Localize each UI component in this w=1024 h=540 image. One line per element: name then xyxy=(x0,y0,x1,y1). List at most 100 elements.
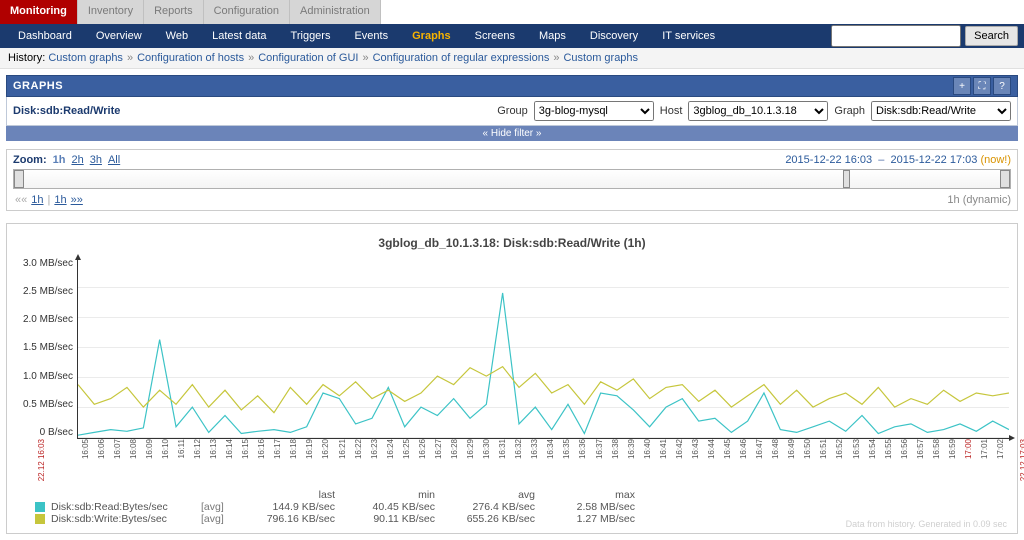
legend-name: Disk:sdb:Write:Bytes/sec xyxy=(51,513,201,525)
x-tick: 16:22 xyxy=(350,439,366,473)
submenu-bar: DashboardOverviewWebLatest dataTriggersE… xyxy=(0,24,1024,48)
x-tick: 16:10 xyxy=(157,439,173,473)
zoom-all[interactable]: All xyxy=(108,154,120,166)
tab-configuration[interactable]: Configuration xyxy=(204,0,290,24)
search-container: Search xyxy=(831,25,1018,47)
zoom-3h[interactable]: 3h xyxy=(90,154,102,166)
legend-swatch xyxy=(35,502,45,512)
x-tick: 16:50 xyxy=(800,439,816,473)
x-tick: 16:44 xyxy=(703,439,719,473)
x-tick: 16:34 xyxy=(543,439,559,473)
range-pager: ««1h|1h»» xyxy=(13,194,85,206)
hide-filter-toggle[interactable]: « Hide filter » xyxy=(6,126,1018,141)
y-tick: 3.0 MB/sec xyxy=(23,258,73,269)
host-select[interactable]: 3gblog_db_10.1.3.18 xyxy=(688,101,828,121)
x-tick: 16:27 xyxy=(430,439,446,473)
zoom-1h[interactable]: 1h xyxy=(53,154,66,166)
slider-handle-right[interactable] xyxy=(1000,170,1010,188)
legend-agg: [avg] xyxy=(201,501,235,513)
x-tick: 16:16 xyxy=(254,439,270,473)
x-tick: 16:05 xyxy=(77,439,93,473)
menu-web[interactable]: Web xyxy=(154,24,200,48)
breadcrumb-link[interactable]: Configuration of hosts xyxy=(137,52,244,64)
y-tick: 2.5 MB/sec xyxy=(23,286,73,297)
breadcrumb-link[interactable]: Configuration of GUI xyxy=(258,52,358,64)
fullscreen-icon[interactable]: ⛶ xyxy=(973,77,991,95)
time-slider[interactable] xyxy=(13,169,1011,189)
menu-graphs[interactable]: Graphs xyxy=(400,24,463,48)
x-tick: 16:11 xyxy=(173,439,189,473)
breadcrumb-link[interactable]: Configuration of regular expressions xyxy=(373,52,550,64)
time-to[interactable]: 2015-12-22 17:03 xyxy=(891,154,978,166)
menu-latest-data[interactable]: Latest data xyxy=(200,24,278,48)
x-tick: 16:09 xyxy=(141,439,157,473)
x-tick: 16:52 xyxy=(832,439,848,473)
breadcrumb-link[interactable]: Custom graphs xyxy=(563,52,638,64)
menu-dashboard[interactable]: Dashboard xyxy=(6,24,84,48)
legend-min: 40.45 KB/sec xyxy=(335,501,435,513)
tab-monitoring[interactable]: Monitoring xyxy=(0,0,78,24)
x-tick: 16:25 xyxy=(398,439,414,473)
x-tick: 16:46 xyxy=(736,439,752,473)
x-tick: 16:12 xyxy=(189,439,205,473)
time-from[interactable]: 2015-12-22 16:03 xyxy=(785,154,872,166)
group-select[interactable]: 3g-blog-mysql xyxy=(534,101,654,121)
graph-select[interactable]: Disk:sdb:Read/Write xyxy=(871,101,1011,121)
tab-administration[interactable]: Administration xyxy=(290,0,381,24)
zoom-2h[interactable]: 2h xyxy=(71,154,83,166)
x-tick: 16:28 xyxy=(446,439,462,473)
menu-maps[interactable]: Maps xyxy=(527,24,578,48)
legend-row: Disk:sdb:Read:Bytes/sec[avg]144.9 KB/sec… xyxy=(35,501,1009,513)
legend-avg: 276.4 KB/sec xyxy=(435,501,535,513)
search-button[interactable]: Search xyxy=(965,26,1018,46)
x-tick: 16:17 xyxy=(270,439,286,473)
search-input[interactable] xyxy=(831,25,961,47)
pager-««[interactable]: «« xyxy=(15,194,27,206)
time-range-panel: Zoom: 1h2h3hAll 2015-12-22 16:03 – 2015-… xyxy=(6,149,1018,211)
chart-title: 3gblog_db_10.1.3.18: Disk:sdb:Read/Write… xyxy=(15,236,1009,250)
x-tick: 16:57 xyxy=(912,439,928,473)
y-tick: 1.5 MB/sec xyxy=(23,342,73,353)
x-tick: 16:26 xyxy=(414,439,430,473)
section-header: GRAPHS + ⛶ ? xyxy=(6,75,1018,97)
x-tick: 16:06 xyxy=(93,439,109,473)
y-tick: 0.5 MB/sec xyxy=(23,399,73,410)
pager-1h[interactable]: 1h xyxy=(31,194,43,206)
x-tick: 16:43 xyxy=(687,439,703,473)
legend-swatch xyxy=(35,514,45,524)
section-title: GRAPHS xyxy=(13,80,63,92)
x-tick: 16:21 xyxy=(334,439,350,473)
help-icon[interactable]: ? xyxy=(993,77,1011,95)
x-tick: 16:33 xyxy=(527,439,543,473)
legend-last: 796.16 KB/sec xyxy=(235,513,335,525)
x-tick: 16:14 xyxy=(222,439,238,473)
x-edge-end: 22.12 17:03 xyxy=(1019,439,1024,483)
tab-reports[interactable]: Reports xyxy=(144,0,204,24)
menu-overview[interactable]: Overview xyxy=(84,24,154,48)
legend-avg: 655.26 KB/sec xyxy=(435,513,535,525)
legend-header: min xyxy=(335,489,435,501)
x-tick: 16:24 xyxy=(382,439,398,473)
menu-triggers[interactable]: Triggers xyxy=(279,24,343,48)
tab-inventory[interactable]: Inventory xyxy=(78,0,144,24)
menu-it-services[interactable]: IT services xyxy=(650,24,727,48)
x-tick: 16:30 xyxy=(479,439,495,473)
breadcrumb-link[interactable]: Custom graphs xyxy=(48,52,123,64)
graph-label: Graph xyxy=(834,105,865,117)
slider-handle-mid[interactable] xyxy=(843,170,850,188)
menu-events[interactable]: Events xyxy=(342,24,400,48)
menu-discovery[interactable]: Discovery xyxy=(578,24,650,48)
selector-bar: Disk:sdb:Read/Write Group 3g-blog-mysql … xyxy=(6,97,1018,126)
host-label: Host xyxy=(660,105,683,117)
pager-1h[interactable]: 1h xyxy=(54,194,66,206)
pager-»»[interactable]: »» xyxy=(71,194,83,206)
breadcrumb: History: Custom graphs»Configuration of … xyxy=(0,48,1024,69)
slider-handle-left[interactable] xyxy=(14,170,24,188)
menu-screens[interactable]: Screens xyxy=(463,24,527,48)
group-label: Group xyxy=(497,105,528,117)
add-widget-icon[interactable]: + xyxy=(953,77,971,95)
current-graph-title: Disk:sdb:Read/Write xyxy=(13,105,120,117)
x-tick: 16:40 xyxy=(639,439,655,473)
x-tick: 16:53 xyxy=(848,439,864,473)
legend-max: 2.58 MB/sec xyxy=(535,501,635,513)
